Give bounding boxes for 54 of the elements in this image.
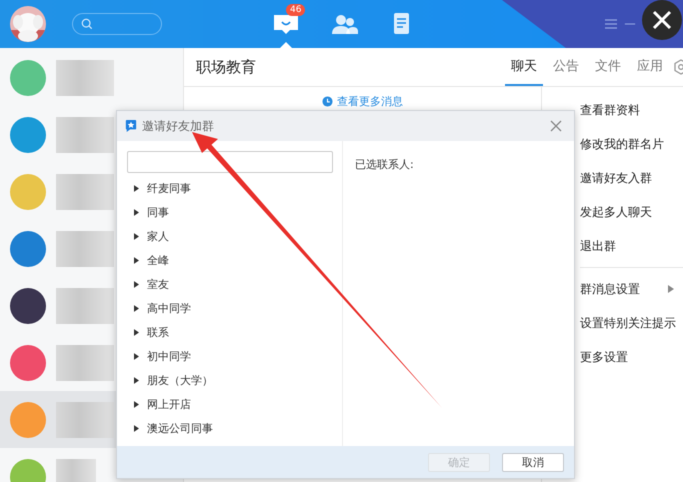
avatar-icon <box>10 116 46 152</box>
menu-item[interactable]: 邀请好友入群 <box>580 161 683 195</box>
more-messages-link[interactable]: 查看更多消息 <box>184 94 541 109</box>
menu-item[interactable]: 修改我的群名片 <box>580 127 683 161</box>
star-badge-icon <box>125 119 137 133</box>
avatar-icon <box>10 230 46 266</box>
blurred-name <box>56 60 114 96</box>
menu-item[interactable]: 群消息设置 <box>580 272 683 306</box>
blurred-name <box>56 288 114 324</box>
dialog-title: 邀请好友加群 <box>142 118 214 134</box>
close-icon[interactable] <box>642 0 682 40</box>
chat-tab[interactable]: 公告 <box>547 48 585 86</box>
group-item[interactable]: 澳远公司同事 <box>127 416 342 440</box>
menu-item[interactable]: 设置特别关注提示 <box>580 306 683 340</box>
group-item[interactable]: 同事 <box>127 200 342 224</box>
people-icon <box>330 12 358 36</box>
blurred-name <box>56 116 114 152</box>
menu-item[interactable]: 查看群资料 <box>580 93 683 127</box>
menu-item[interactable]: 更多设置 <box>580 340 683 374</box>
unread-badge: 46 <box>286 4 306 16</box>
chat-tab[interactable]: 应用 <box>631 48 669 86</box>
menu-item[interactable]: 退出群 <box>580 229 683 263</box>
selection-pointer <box>280 42 292 48</box>
avatar-icon <box>10 344 46 380</box>
search-field[interactable] <box>127 151 333 173</box>
avatar-icon <box>10 60 46 96</box>
search-field[interactable] <box>72 13 162 35</box>
menu-icon[interactable] <box>604 18 618 30</box>
submenu-arrow-icon <box>668 285 674 293</box>
group-item[interactable]: 朋友（大学） <box>127 368 342 392</box>
selected-contacts-label: 已选联系人: <box>355 158 414 171</box>
blurred-name <box>56 174 114 210</box>
group-title: 职场教育 <box>196 58 256 76</box>
group-item[interactable]: 高中同学 <box>127 296 342 320</box>
search-icon <box>81 18 93 30</box>
menu-item[interactable]: 发起多人聊天 <box>580 195 683 229</box>
chat-tab[interactable]: 文件 <box>589 48 627 86</box>
chat-bubble-icon <box>272 12 300 36</box>
blurred-name <box>56 402 114 438</box>
avatar-icon <box>10 402 46 438</box>
blurred-name <box>56 344 114 380</box>
group-item[interactable]: 家人 <box>127 224 342 248</box>
group-item[interactable]: 纤麦同事 <box>127 176 342 200</box>
group-item[interactable]: 网上开店 <box>127 392 342 416</box>
avatar-icon <box>10 174 46 210</box>
blurred-name <box>56 230 114 266</box>
group-item[interactable]: 室友 <box>127 272 342 296</box>
clock-icon <box>322 96 333 107</box>
group-item[interactable]: 联系 <box>127 320 342 344</box>
cancel-button[interactable]: 取消 <box>502 452 564 472</box>
avatar-icon <box>10 288 46 324</box>
group-item[interactable]: 全峰 <box>127 248 342 272</box>
group-item[interactable]: 初中同学 <box>127 344 342 368</box>
chat-tab[interactable]: 聊天 <box>505 48 543 86</box>
